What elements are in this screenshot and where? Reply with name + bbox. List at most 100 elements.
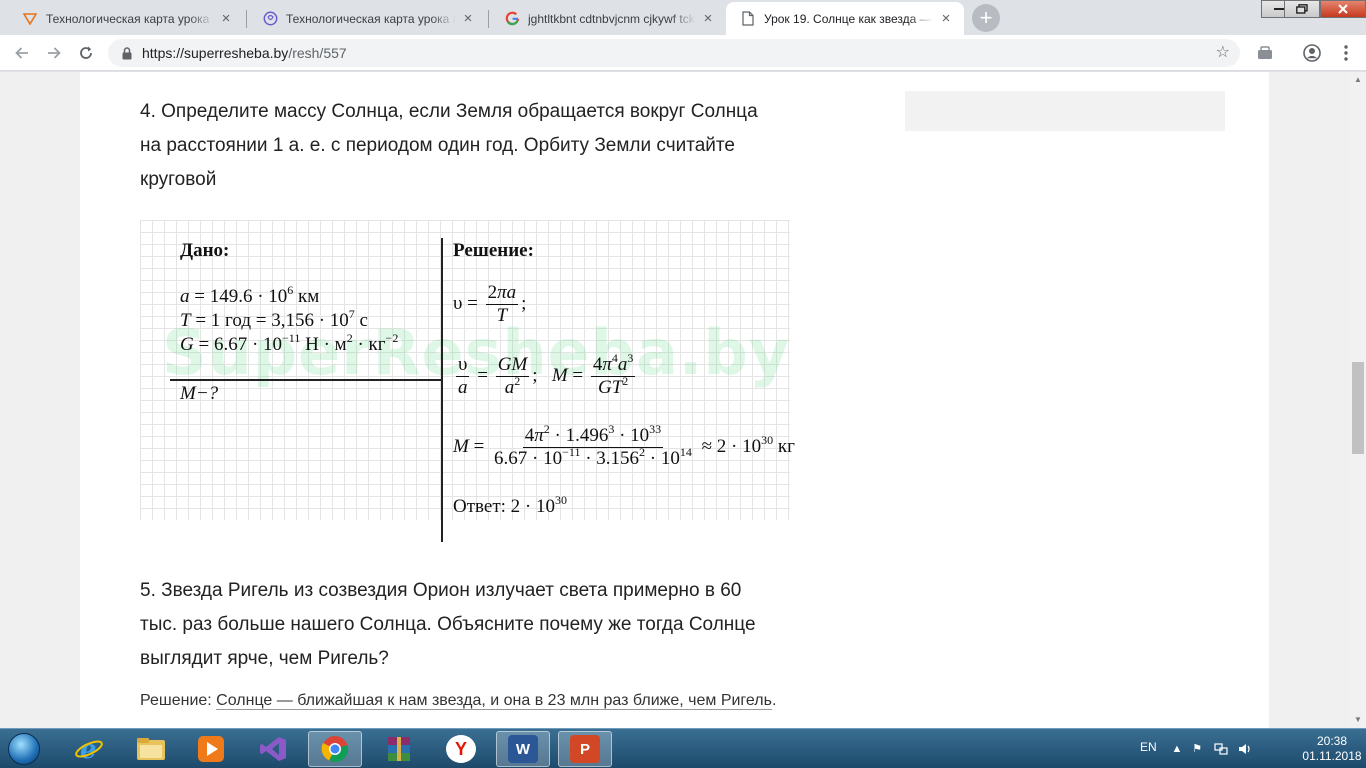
profile-button[interactable] (1300, 41, 1324, 65)
account-icon (1303, 44, 1321, 62)
windows-logo-icon (8, 733, 40, 765)
close-window-button[interactable] (1320, 0, 1366, 18)
result-exp: 30 (761, 432, 774, 447)
address-bar[interactable]: https://superresheba.by/resh/557 ☆ (108, 39, 1240, 67)
clock[interactable]: 20:38 01.11.2018 (1302, 734, 1362, 764)
new-tab-button[interactable]: + (972, 4, 1000, 32)
solution-image: SuperResheba.by Дано: a = 149.6 · 106 км… (140, 220, 870, 550)
scroll-thumb[interactable] (1352, 362, 1364, 454)
circle-favicon-icon (262, 11, 278, 27)
taskbar-winrar[interactable] (372, 731, 426, 767)
taskbar-yandex[interactable]: Y (434, 731, 488, 767)
system-tray: EN ▲ ⚑ 20:38 01.11.2018 (1126, 729, 1366, 768)
given-g-unit2-exp: −2 (385, 331, 399, 345)
clock-time: 20:38 (1316, 734, 1348, 748)
restore-button[interactable] (1284, 0, 1320, 18)
tab-separator (488, 10, 489, 28)
tab-4-active[interactable]: Урок 19. Солнце как звезда — А × (726, 2, 964, 35)
back-button[interactable] (10, 41, 34, 65)
taskbar-visual-studio[interactable] (246, 731, 300, 767)
question-4-text: 4. Определите массу Солнца, если Земля о… (140, 101, 758, 190)
arrow-right-icon (48, 47, 61, 59)
forward-button[interactable] (42, 41, 66, 65)
presentation-favicon-icon (22, 11, 38, 27)
page-viewport: 4. Определите массу Солнца, если Земля о… (0, 72, 1366, 728)
tab-strip: Технологическая карта урока а × Технолог… (0, 0, 1366, 35)
given-a: a = 149.6 · 106 км (180, 283, 320, 307)
tab-title: Технологическая карта урока а (46, 11, 214, 26)
arrow-left-icon (15, 47, 28, 59)
tab-1[interactable]: Технологическая карта урока а × (8, 2, 244, 35)
solution-heading-text: Решение: (453, 240, 534, 261)
reload-icon (80, 46, 92, 59)
file-explorer-icon (137, 738, 165, 760)
page-favicon-icon (740, 11, 756, 27)
url-text[interactable]: https://superresheba.by/resh/557 (142, 45, 347, 61)
chrome-icon (321, 736, 349, 763)
given-a-unit: км (293, 286, 320, 307)
taskbar-word[interactable]: W (496, 731, 550, 767)
vertical-scrollbar[interactable]: ▲ ▼ (1350, 72, 1366, 728)
bookmark-star-icon[interactable]: ☆ (1216, 44, 1230, 62)
clock-date: 01.11.2018 (1302, 749, 1362, 763)
tab-separator (246, 10, 247, 28)
given-g: G = 6.67 · 10−11 Н · м2 · кг−2 (180, 331, 399, 355)
given-a-value: = 149.6 · 10 (194, 286, 288, 307)
given-g-unit2: · кг (352, 334, 386, 355)
browser-toolbar: https://superresheba.by/resh/557 ☆ (0, 35, 1366, 71)
tab-3[interactable]: jghtltkbnt cdtnbvjcnm cjkywf tckl × (490, 2, 726, 35)
given-t-value: = 1 год = 3,156 · 10 (195, 310, 349, 331)
result-unit: кг (773, 435, 795, 457)
given-find-text: M−? (180, 383, 219, 404)
vertical-divider (441, 238, 443, 542)
language-indicator[interactable]: EN (1140, 740, 1157, 754)
formula-velocity: υ = 2πa T; (453, 282, 527, 326)
taskbar-media[interactable] (184, 731, 238, 767)
tab-close-icon[interactable]: × (460, 10, 476, 27)
formula-calculation: M = 4π2 · 1.4963 · 1033 6.67 · 10−11 · 3.… (453, 422, 795, 469)
volume-icon[interactable] (1238, 742, 1252, 756)
given-g-exp: −11 (282, 331, 301, 345)
start-button[interactable] (4, 731, 44, 767)
yandex-browser-icon: Y (446, 735, 476, 763)
taskbar-powerpoint[interactable]: P (558, 731, 612, 767)
answer-suffix: . (771, 692, 777, 709)
visual-studio-icon (260, 737, 286, 761)
horizontal-divider (170, 379, 441, 381)
kebab-menu-icon (1344, 45, 1348, 61)
tab-title: Технологическая карта урока а (286, 11, 456, 26)
tab-close-icon[interactable]: × (938, 10, 954, 27)
given-find: M−? (180, 383, 218, 405)
answer-5-text[interactable]: Солнце — ближайшая к нам звезда, и она в… (216, 692, 772, 710)
tab-2[interactable]: Технологическая карта урока а × (248, 2, 486, 35)
extension-button[interactable] (1253, 41, 1277, 65)
action-center-flag-icon[interactable]: ⚑ (1190, 742, 1204, 756)
tab-title: Урок 19. Солнце как звезда — А (764, 11, 934, 26)
lock-icon[interactable] (120, 46, 134, 60)
tray-expand-icon[interactable]: ▲ (1170, 742, 1184, 756)
menu-button[interactable] (1334, 41, 1358, 65)
winrar-icon (388, 737, 410, 761)
close-icon (1338, 4, 1348, 14)
page-content: 4. Определите массу Солнца, если Земля о… (80, 72, 1269, 728)
scroll-up-arrow-icon[interactable]: ▲ (1350, 72, 1366, 88)
tab-close-icon[interactable]: × (218, 10, 234, 27)
reload-button[interactable] (74, 41, 98, 65)
scroll-down-arrow-icon[interactable]: ▼ (1350, 712, 1366, 728)
svg-text:e: e (80, 735, 97, 764)
network-icon[interactable] (1214, 742, 1228, 756)
taskbar-ie[interactable]: e (62, 731, 116, 767)
given-heading-text: Дано: (180, 240, 230, 261)
taskbar-explorer[interactable] (124, 731, 178, 767)
formula-mass: υa = GM a2; M = 4π4a3 GT2 (456, 351, 636, 398)
url-path: /resh/557 (288, 45, 347, 61)
tab-close-icon[interactable]: × (700, 10, 716, 27)
answer-formula: Ответ: 2 · 1030 (453, 493, 567, 518)
given-g-value: = 6.67 · 10 (198, 334, 283, 355)
tab-title: jghtltkbnt cdtnbvjcnm cjkywf tckl (528, 11, 696, 26)
taskbar-chrome[interactable] (308, 731, 362, 767)
powerpoint-icon: P (570, 735, 600, 763)
answer-label: Ответ: 2 · 10 (453, 496, 555, 517)
google-favicon-icon (504, 11, 520, 27)
answer-exp: 30 (554, 493, 567, 507)
